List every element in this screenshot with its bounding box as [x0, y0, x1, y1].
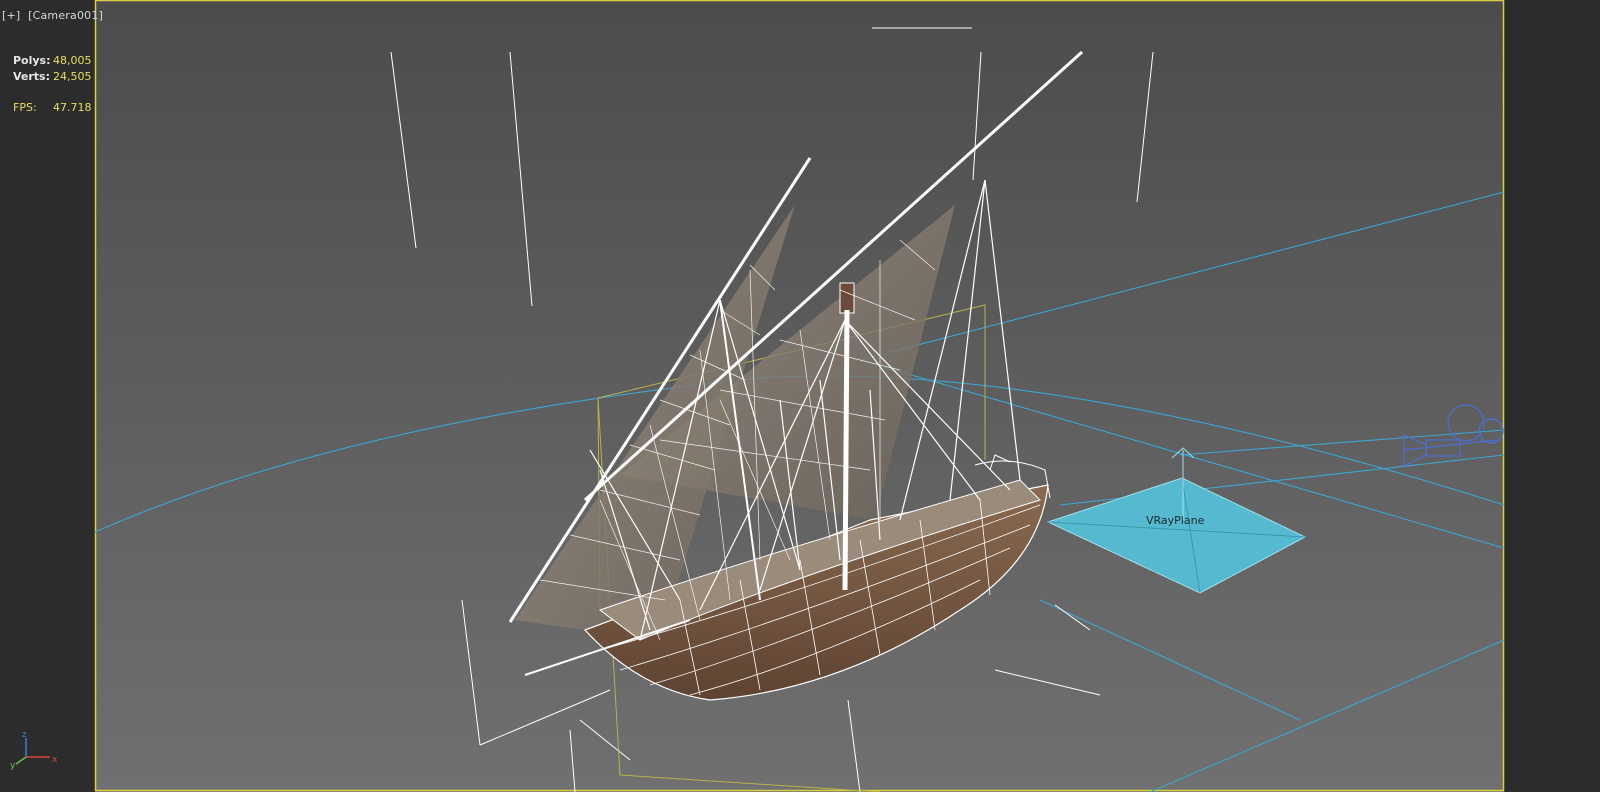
polys-row: Polys: 48,005 — [13, 53, 92, 69]
vray-plane-label: VRayPlane — [1146, 514, 1205, 527]
verts-row: Verts: 24,505 — [13, 69, 92, 85]
polys-label: Polys: — [13, 54, 51, 67]
fps-row: FPS: 47.718 — [13, 100, 92, 116]
mast-top — [839, 282, 855, 314]
verts-value: 24,505 — [53, 70, 92, 83]
fps-label: FPS: — [13, 101, 37, 114]
viewport-menu-button[interactable]: [+] — [2, 9, 20, 22]
fps-value: 47.718 — [53, 101, 92, 114]
viewport-label[interactable]: [+] [Camera001] — [2, 9, 107, 22]
viewport[interactable]: VRayPlane x z y [+] [Camera001] Polys: 4… — [0, 0, 1600, 792]
polys-value: 48,005 — [53, 54, 92, 67]
viewport-statistics: Polys: 48,005 Verts: 24,505 FPS: 47.718 — [13, 53, 92, 116]
camera-selector[interactable]: [Camera001] — [28, 9, 103, 22]
verts-label: Verts: — [13, 70, 51, 83]
right-panel — [1504, 0, 1600, 792]
left-panel — [0, 0, 95, 792]
scene-canvas[interactable]: VRayPlane x z y — [0, 0, 1600, 792]
svg-text:z: z — [22, 730, 27, 740]
svg-text:x: x — [52, 755, 58, 765]
svg-text:y: y — [10, 761, 16, 771]
main-mast — [842, 309, 850, 591]
